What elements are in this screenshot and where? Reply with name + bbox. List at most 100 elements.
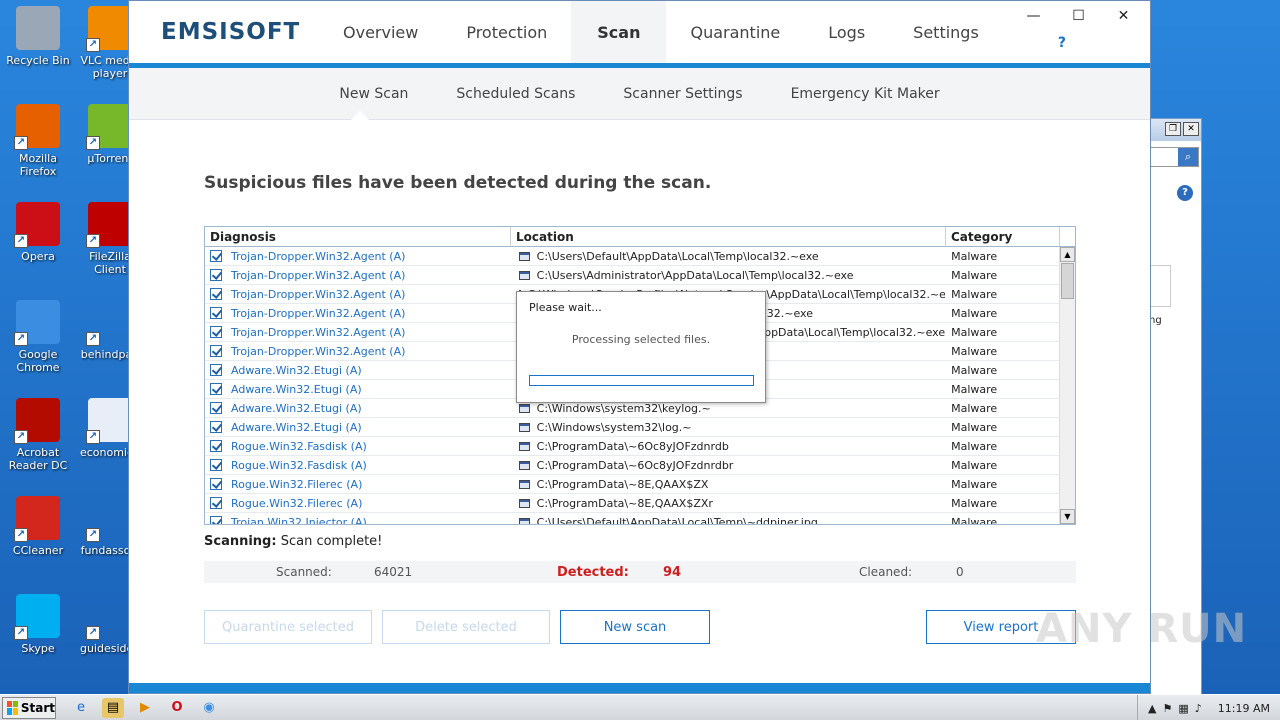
row-checkbox[interactable]: [210, 383, 222, 395]
shortcut-arrow-icon: ↗: [14, 136, 28, 150]
maximize-icon[interactable]: ☐: [1056, 5, 1101, 29]
recycle-bin-icon: [16, 6, 60, 50]
scroll-down-icon[interactable]: ▼: [1060, 509, 1075, 524]
column-category[interactable]: Category: [946, 227, 1060, 246]
row-checkbox[interactable]: [210, 326, 222, 338]
table-row[interactable]: Rogue.Win32.Fasdisk (A) C:\ProgramData\~6…: [205, 437, 1059, 456]
diagnosis-name[interactable]: Rogue.Win32.Fasdisk (A): [231, 459, 367, 472]
tab-overview[interactable]: Overview: [319, 1, 442, 63]
diagnosis-name[interactable]: Rogue.Win32.Filerec (A): [231, 497, 362, 510]
category-cell: Malware: [951, 325, 998, 339]
row-checkbox[interactable]: [210, 402, 222, 414]
location-path: C:\ProgramData\~8E,QAAX$ZXr: [536, 496, 713, 510]
table-row[interactable]: Adware.Win32.Etugi (A) C:\Windows\system3…: [205, 418, 1059, 437]
close-icon[interactable]: ✕: [1101, 5, 1146, 29]
column-location[interactable]: Location: [511, 227, 946, 246]
row-checkbox[interactable]: [210, 345, 222, 357]
subnav-scheduled-scans[interactable]: Scheduled Scans: [456, 86, 575, 102]
internet-explorer-icon[interactable]: e: [70, 698, 92, 718]
network-icon[interactable]: ▦: [1178, 702, 1188, 715]
clock[interactable]: 11:19 AM: [1218, 702, 1270, 715]
bg-restore-icon[interactable]: ❐: [1165, 122, 1181, 136]
desktop-icon[interactable]: ↗ Acrobat Reader DC: [0, 398, 76, 472]
desktop-icon[interactable]: Recycle Bin: [0, 6, 76, 67]
scroll-thumb[interactable]: [1061, 263, 1074, 299]
column-diagnosis[interactable]: Diagnosis: [205, 227, 511, 246]
diagnosis-name[interactable]: Trojan-Dropper.Win32.Agent (A): [231, 307, 405, 320]
file-explorer-icon[interactable]: ▤: [102, 697, 124, 718]
category-cell: Malware: [951, 477, 998, 491]
tab-protection[interactable]: Protection: [442, 1, 571, 63]
category-cell: Malware: [951, 344, 998, 358]
bg-search-box[interactable]: ⌕: [1149, 147, 1199, 167]
diagnosis-name[interactable]: Adware.Win32.Etugi (A): [231, 364, 362, 377]
diagnosis-name[interactable]: Trojan-Dropper.Win32.Agent (A): [231, 345, 405, 358]
desktop-icon[interactable]: ↗ Mozilla Firefox: [0, 104, 76, 178]
category-cell: Malware: [951, 515, 998, 525]
diagnosis-cell: Rogue.Win32.Filerec (A): [205, 497, 511, 510]
help-icon[interactable]: ?: [1177, 185, 1193, 201]
minimize-icon[interactable]: —: [1011, 5, 1056, 29]
help-button[interactable]: ?: [1058, 35, 1066, 51]
diagnosis-name[interactable]: Adware.Win32.Etugi (A): [231, 421, 362, 434]
scan-results-panel: Suspicious files have been detected duri…: [204, 121, 1076, 693]
table-row[interactable]: Trojan-Dropper.Win32.Agent (A) C:\Users\A…: [205, 266, 1059, 285]
table-row[interactable]: Rogue.Win32.Filerec (A) C:\ProgramData\~8…: [205, 475, 1059, 494]
diagnosis-cell: Trojan-Dropper.Win32.Agent (A): [205, 307, 511, 320]
tab-settings[interactable]: Settings: [889, 1, 1003, 63]
delete-selected-button[interactable]: Delete selected: [382, 610, 550, 644]
diagnosis-name[interactable]: Rogue.Win32.Fasdisk (A): [231, 440, 367, 453]
diagnosis-name[interactable]: Trojan-Dropper.Win32.Agent (A): [231, 326, 405, 339]
desktop-icon[interactable]: ↗ CCleaner: [0, 496, 76, 557]
action-center-icon[interactable]: ⚑: [1162, 702, 1172, 715]
search-icon[interactable]: ⌕: [1178, 148, 1198, 166]
desktop-icon[interactable]: ↗ Skype: [0, 594, 76, 655]
table-row[interactable]: Trojan.Win32.Injector (A) C:\Users\Defaul…: [205, 513, 1059, 524]
chrome-taskbar-icon[interactable]: ◉: [198, 698, 220, 718]
opera-taskbar-icon[interactable]: O: [166, 698, 188, 718]
diagnosis-name[interactable]: Adware.Win32.Etugi (A): [231, 383, 362, 396]
row-checkbox[interactable]: [210, 288, 222, 300]
row-checkbox[interactable]: [210, 440, 222, 452]
shortcut-arrow-icon: ↗: [14, 528, 28, 542]
table-row[interactable]: Rogue.Win32.Fasdisk (A) C:\ProgramData\~6…: [205, 456, 1059, 475]
emsisoft-window: EMSISOFT Overview Protection Scan Quaran…: [128, 0, 1151, 694]
diagnosis-cell: Adware.Win32.Etugi (A): [205, 364, 511, 377]
scroll-up-icon[interactable]: ▲: [1060, 247, 1075, 262]
row-checkbox[interactable]: [210, 459, 222, 471]
diagnosis-name[interactable]: Trojan-Dropper.Win32.Agent (A): [231, 250, 405, 263]
diagnosis-name[interactable]: Rogue.Win32.Filerec (A): [231, 478, 362, 491]
diagnosis-name[interactable]: Trojan.Win32.Injector (A): [231, 516, 367, 525]
table-row[interactable]: Rogue.Win32.Filerec (A) C:\ProgramData\~8…: [205, 494, 1059, 513]
subnav-scanner-settings[interactable]: Scanner Settings: [623, 86, 742, 102]
media-player-icon[interactable]: ▶: [134, 698, 156, 718]
row-checkbox[interactable]: [210, 516, 222, 524]
quarantine-selected-button[interactable]: Quarantine selected: [204, 610, 372, 644]
new-scan-button[interactable]: New scan: [560, 610, 710, 644]
start-button[interactable]: Start: [2, 696, 56, 719]
diagnosis-cell: Rogue.Win32.Fasdisk (A): [205, 459, 511, 472]
subnav-emergency-kit-maker[interactable]: Emergency Kit Maker: [791, 86, 940, 102]
row-checkbox[interactable]: [210, 250, 222, 262]
desktop-icon[interactable]: ↗ Google Chrome: [0, 300, 76, 374]
row-checkbox[interactable]: [210, 364, 222, 376]
table-scrollbar[interactable]: ▲ ▼: [1059, 247, 1075, 524]
tab-quarantine[interactable]: Quarantine: [666, 1, 804, 63]
desktop-icon[interactable]: ↗ Opera: [0, 202, 76, 263]
diagnosis-name[interactable]: Trojan-Dropper.Win32.Agent (A): [231, 269, 405, 282]
diagnosis-name[interactable]: Adware.Win32.Etugi (A): [231, 402, 362, 415]
table-row[interactable]: Trojan-Dropper.Win32.Agent (A) C:\Users\D…: [205, 247, 1059, 266]
subnav-new-scan[interactable]: New Scan: [339, 86, 408, 102]
tab-logs[interactable]: Logs: [804, 1, 889, 63]
row-checkbox[interactable]: [210, 269, 222, 281]
row-checkbox[interactable]: [210, 478, 222, 490]
diagnosis-name[interactable]: Trojan-Dropper.Win32.Agent (A): [231, 288, 405, 301]
tray-arrow-icon[interactable]: ▲: [1148, 702, 1156, 715]
row-checkbox[interactable]: [210, 307, 222, 319]
row-checkbox[interactable]: [210, 497, 222, 509]
ccleaner-icon: ↗: [14, 496, 60, 542]
row-checkbox[interactable]: [210, 421, 222, 433]
volume-icon[interactable]: ♪: [1195, 702, 1202, 715]
tab-scan[interactable]: Scan: [571, 1, 667, 63]
bg-close-icon[interactable]: ✕: [1183, 122, 1199, 136]
